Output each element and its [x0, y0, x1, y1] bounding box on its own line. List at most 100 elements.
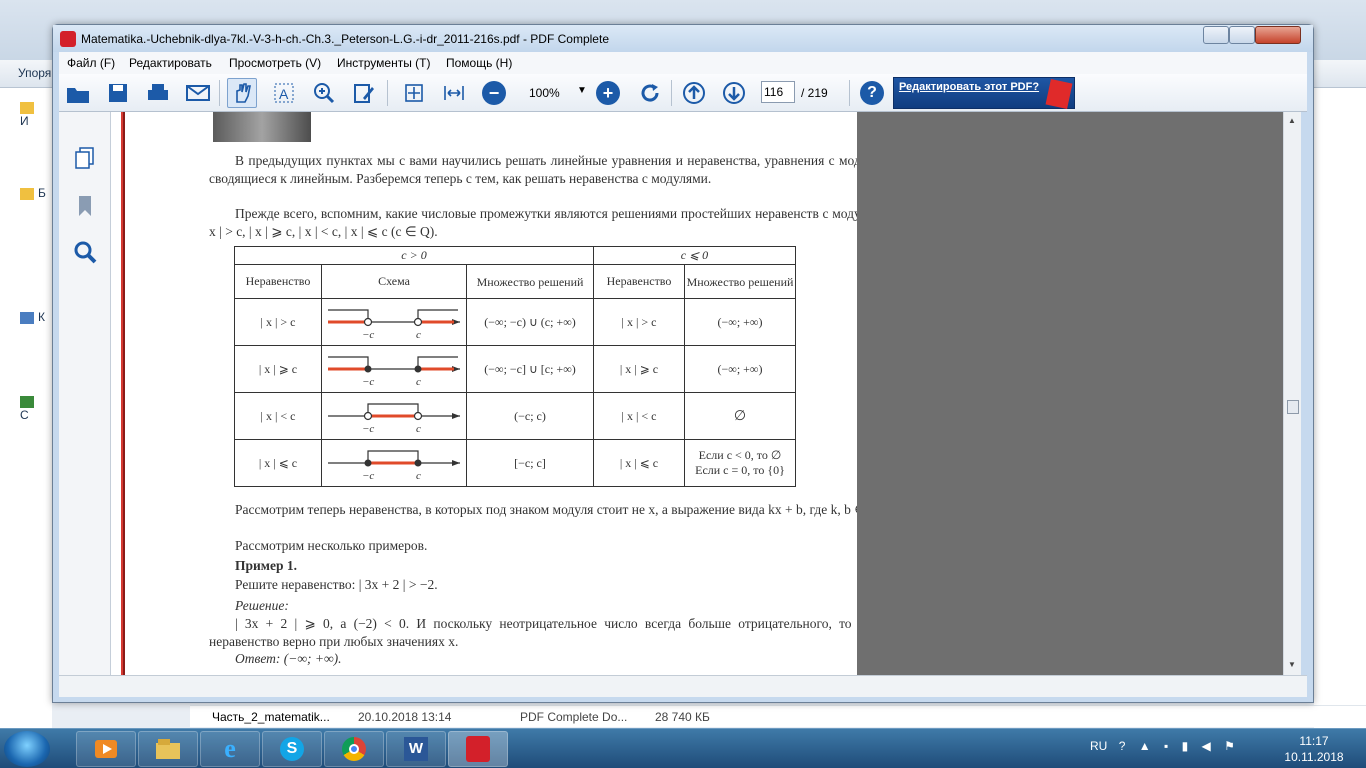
table-cell: | x | > c [234, 298, 322, 346]
page-photo [213, 112, 311, 142]
menu-view[interactable]: Просмотреть (V) [229, 56, 321, 70]
zoom-dropdown-chevron-icon[interactable]: ▼ [577, 85, 587, 96]
file-size: 28 740 КБ [655, 710, 710, 724]
minimize-button[interactable] [1203, 26, 1229, 44]
nav-item[interactable]: И [20, 100, 46, 128]
navigation-panel [59, 112, 111, 675]
nav-item[interactable]: К [20, 310, 46, 328]
nav-item[interactable]: С [20, 394, 46, 422]
table-cell: (−∞; −c) ∪ (c; +∞) [466, 298, 594, 346]
menu-file[interactable]: Файл (F) [67, 56, 115, 70]
zoom-level[interactable]: 100% [529, 86, 560, 100]
paragraph-linear-modulus: Рассмотрим теперь неравенства, в которых… [235, 502, 857, 517]
title-bar: Matematika.-Uchebnik-dlya-7kl.-V-3-h-ch.… [53, 25, 1313, 52]
device-tray-icon[interactable]: ▪ [1164, 739, 1168, 753]
modulus-inequalities-table: c > 0 c ⩽ 0 Неравенство Схема Множество … [234, 246, 796, 487]
bookmarks-panel-icon[interactable] [73, 194, 97, 218]
page-margin-line-dark [123, 112, 125, 675]
pdf-page-view[interactable]: В предыдущих пунктах мы с вами научились… [111, 112, 857, 675]
clock[interactable]: 11:17 10.11.2018 [1284, 733, 1344, 765]
file-type: PDF Complete Do... [520, 710, 628, 724]
search-icon[interactable] [73, 240, 97, 264]
email-icon[interactable] [183, 78, 213, 108]
zoom-tool-icon[interactable] [309, 78, 339, 108]
previous-page-button[interactable] [679, 78, 709, 108]
help-tray-icon[interactable]: ? [1119, 739, 1126, 753]
rotate-icon[interactable] [635, 78, 665, 108]
open-folder-icon[interactable] [63, 78, 93, 108]
internet-explorer-icon[interactable]: e [200, 731, 260, 767]
nav-item[interactable]: Б [20, 186, 46, 204]
maximize-button[interactable] [1229, 26, 1255, 44]
edit-pdf-promo-button[interactable]: Редактировать этот PDF? [893, 77, 1075, 110]
axis-label-neg-c: −c [362, 329, 374, 341]
explorer-nav-pane: И Б К С [0, 88, 52, 728]
network-icon[interactable]: ▮ [1182, 739, 1189, 753]
system-tray: RU ? ▲ ▪ ▮ ◀ ⚑ [1090, 739, 1235, 753]
fit-page-icon[interactable] [399, 78, 429, 108]
hand-tool-icon[interactable] [227, 78, 257, 108]
example-heading: Пример 1. [235, 558, 297, 573]
axis-label-c: c [416, 376, 421, 388]
table-cell-line: Если c < 0, то ∅ [698, 448, 782, 462]
paragraph-examples: Рассмотрим несколько примеров. [235, 538, 428, 553]
page-number-input[interactable]: 116 [761, 81, 795, 103]
table-cell: (−∞; −c] ∪ [c; +∞) [466, 345, 594, 393]
table-cell: | x | < c [234, 392, 322, 440]
table-cell-line: Если c = 0, то {0} [695, 463, 785, 477]
number-line-scheme: −c c [321, 392, 467, 440]
close-button[interactable] [1255, 26, 1301, 44]
chrome-icon[interactable] [324, 731, 384, 767]
number-line-scheme: −c c [321, 345, 467, 393]
fit-width-icon[interactable] [439, 78, 469, 108]
scrollbar-thumb[interactable] [1287, 400, 1299, 414]
file-name: Часть_2_matematik... [212, 710, 330, 724]
table-header: Неравенство [593, 264, 685, 299]
volume-icon[interactable]: ◀ [1202, 739, 1211, 753]
start-button[interactable] [4, 731, 50, 767]
scroll-down-arrow-icon[interactable]: ▼ [1288, 660, 1296, 669]
table-header: Схема [321, 264, 467, 299]
file-row[interactable]: Часть_2_matematik... 20.10.2018 13:14 PD… [190, 705, 1366, 727]
table-cell: | x | ⩽ c [593, 439, 685, 487]
print-icon[interactable] [143, 78, 173, 108]
axis-label-c: c [416, 470, 421, 482]
media-player-icon[interactable] [76, 731, 136, 767]
menu-help[interactable]: Помощь (H) [446, 56, 512, 70]
edit-document-icon[interactable] [349, 78, 379, 108]
svg-text:A: A [279, 86, 289, 102]
zoom-out-button[interactable]: − [479, 78, 509, 108]
toolbar-separator [387, 80, 388, 106]
flag-icon[interactable]: ⚑ [1224, 739, 1235, 753]
clock-time: 11:17 [1299, 734, 1329, 748]
table-cell: (−∞; +∞) [684, 298, 796, 346]
text-select-icon[interactable]: A [269, 78, 299, 108]
zoom-in-button[interactable]: + [593, 78, 623, 108]
solution-text: | 3x + 2 | ⩾ 0, а (−2) < 0. И поскольку … [209, 616, 857, 649]
organize-button[interactable]: Упоря [18, 66, 51, 80]
menu-tools[interactable]: Инструменты (T) [337, 56, 430, 70]
table-cell: | x | ⩽ c [234, 439, 322, 487]
save-icon[interactable] [103, 78, 133, 108]
help-button[interactable]: ? [857, 78, 887, 108]
page-total: / 219 [801, 86, 828, 100]
promo-label: Редактировать этот PDF? [898, 81, 1040, 93]
tray-expand-icon[interactable]: ▲ [1139, 739, 1151, 753]
scroll-up-arrow-icon[interactable]: ▲ [1288, 116, 1296, 125]
table-group-header: c ⩽ 0 [593, 246, 796, 265]
page-background-area [857, 112, 1283, 675]
axis-label-c: c [416, 329, 421, 341]
file-explorer-icon[interactable] [138, 731, 198, 767]
menu-bar: Файл (F) Редактировать Просмотреть (V) И… [59, 52, 1307, 74]
word-icon[interactable]: W [386, 731, 446, 767]
language-indicator[interactable]: RU [1090, 739, 1107, 753]
vertical-scrollbar[interactable]: ▲ ▼ [1283, 112, 1301, 675]
skype-icon[interactable]: S [262, 731, 322, 767]
table-cell: Если c < 0, то ∅ Если c = 0, то {0} [684, 439, 796, 487]
number-line-scheme: −c c [321, 439, 467, 487]
axis-label-c: c [416, 423, 421, 435]
next-page-button[interactable] [719, 78, 749, 108]
pages-panel-icon[interactable] [73, 146, 97, 170]
pdf-complete-taskbar-icon[interactable] [448, 731, 508, 767]
menu-edit[interactable]: Редактировать [129, 56, 212, 70]
